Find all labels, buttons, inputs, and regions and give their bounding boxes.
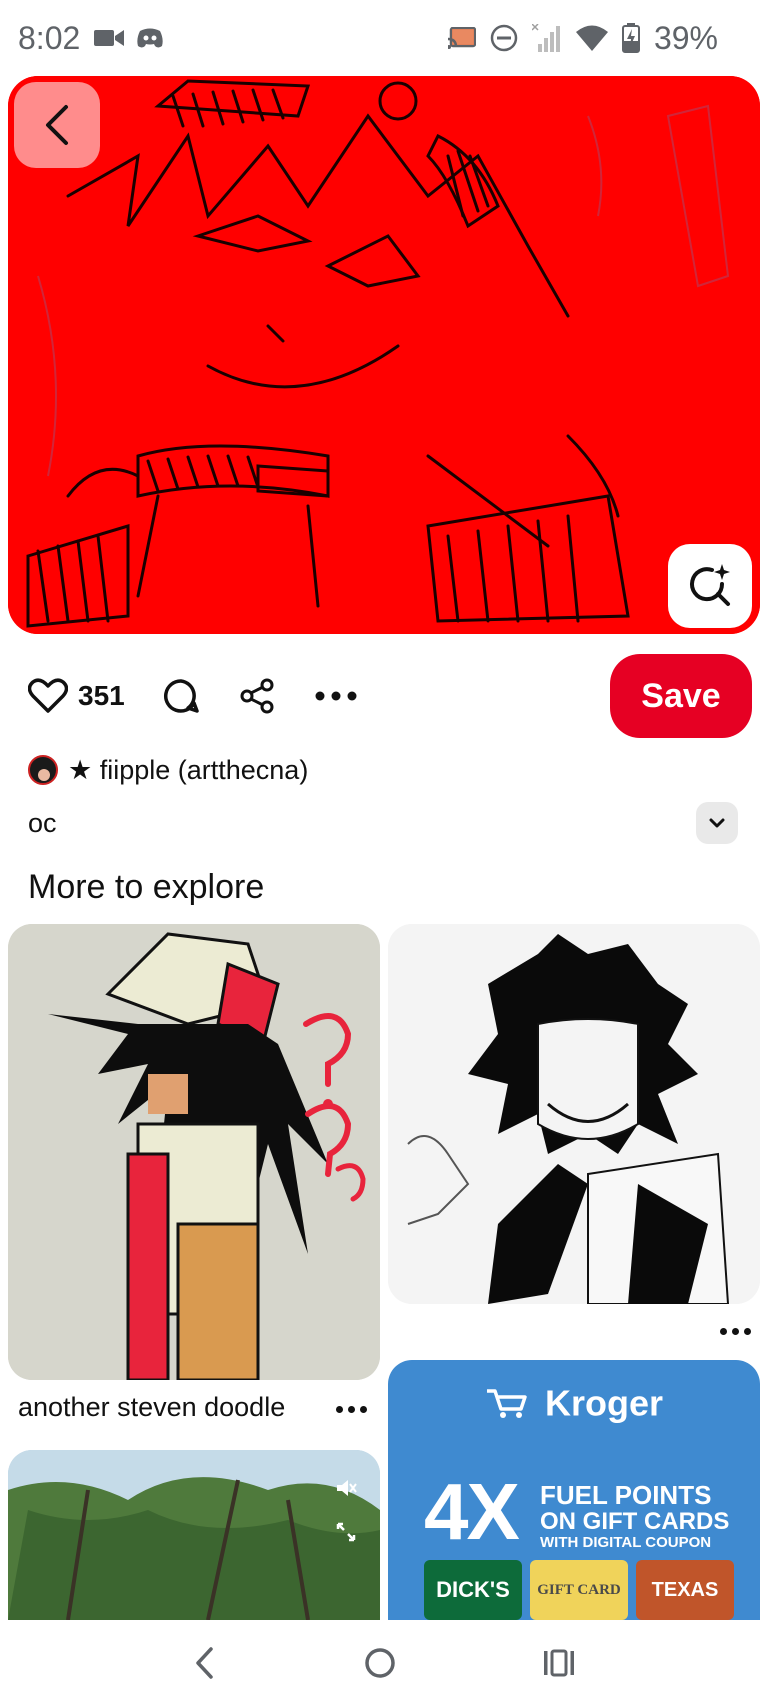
pin-image[interactable] bbox=[8, 76, 760, 634]
discord-icon bbox=[137, 28, 163, 48]
ad-brand-logo: Kroger bbox=[388, 1380, 760, 1424]
pin-artwork bbox=[8, 76, 760, 634]
chevron-down-icon bbox=[709, 818, 725, 828]
ad-headline: 4X bbox=[424, 1467, 520, 1556]
battery-charging-icon bbox=[621, 23, 640, 53]
cast-icon bbox=[447, 27, 476, 49]
comment-button[interactable] bbox=[163, 678, 199, 714]
author-name: ★ fiipple (artthecna) bbox=[68, 754, 309, 785]
pin-title: oc bbox=[28, 808, 57, 838]
ad-line-3: WITH DIGITAL COUPON bbox=[540, 1534, 712, 1551]
status-right-icons: 39% bbox=[447, 0, 718, 76]
ad-line-2: ON GIFT CARDS bbox=[540, 1508, 730, 1535]
pin-action-row: 351 Save bbox=[28, 654, 752, 738]
explore-pin-caption[interactable]: another steven doodle bbox=[18, 1392, 285, 1423]
do-not-disturb-icon bbox=[490, 24, 518, 52]
back-button[interactable] bbox=[14, 82, 100, 168]
status-bar: 8:02 39% bbox=[0, 0, 768, 76]
card-more-options-button[interactable] bbox=[336, 1406, 367, 1413]
avatar bbox=[28, 755, 58, 785]
battery-percentage: 39% bbox=[653, 19, 718, 56]
expand-description-button[interactable] bbox=[696, 802, 738, 844]
pin-author[interactable]: ★ fiipple (artthecna) bbox=[28, 752, 308, 788]
more-options-button[interactable] bbox=[315, 691, 357, 701]
heart-icon bbox=[28, 678, 68, 713]
wifi-icon bbox=[575, 25, 608, 51]
back-icon[interactable] bbox=[193, 1646, 217, 1680]
expand-icon[interactable] bbox=[334, 1520, 358, 1544]
explore-pin-card[interactable] bbox=[388, 924, 760, 1304]
pin-thumbnail bbox=[388, 924, 760, 1304]
card-more-options-button[interactable] bbox=[720, 1328, 751, 1335]
home-icon[interactable] bbox=[364, 1647, 396, 1679]
ad-line-1: FUEL POINTS bbox=[540, 1480, 712, 1510]
chevron-left-icon bbox=[46, 105, 68, 145]
muted-icon[interactable] bbox=[334, 1476, 358, 1500]
like-count: 351 bbox=[78, 680, 125, 711]
ad-brand-name: Kroger bbox=[544, 1382, 664, 1424]
sponsored-ad-card[interactable]: Kroger 4X FUEL POINTS ON GIFT CARDS WITH… bbox=[388, 1360, 760, 1620]
more-horizontal-icon bbox=[315, 691, 357, 701]
like-button[interactable]: 351 bbox=[28, 678, 125, 714]
share-icon bbox=[240, 678, 274, 714]
video-camera-icon bbox=[94, 30, 125, 46]
status-left-icons bbox=[94, 27, 164, 49]
explore-pin-card[interactable] bbox=[8, 924, 380, 1380]
shopping-cart-icon bbox=[486, 1389, 527, 1419]
pin-thumbnail bbox=[8, 1450, 380, 1620]
section-heading: More to explore bbox=[28, 868, 265, 906]
gift-card-texas: TEXAS bbox=[636, 1560, 734, 1620]
status-time: 8:02 bbox=[18, 19, 81, 56]
no-signal-icon bbox=[531, 24, 560, 52]
gift-card-dicks: DICK'S bbox=[424, 1560, 522, 1620]
system-navigation-bar bbox=[0, 1620, 768, 1706]
explore-pin-card[interactable] bbox=[8, 1450, 380, 1620]
share-button[interactable] bbox=[239, 678, 275, 714]
comment-bubble-icon bbox=[163, 679, 199, 713]
visual-search-button[interactable] bbox=[668, 544, 752, 628]
gift-card-visa: GIFT CARD bbox=[530, 1560, 628, 1620]
save-button[interactable]: Save bbox=[610, 654, 752, 738]
recents-icon[interactable] bbox=[543, 1649, 575, 1677]
pin-thumbnail bbox=[8, 924, 380, 1380]
lens-search-icon bbox=[690, 564, 730, 606]
